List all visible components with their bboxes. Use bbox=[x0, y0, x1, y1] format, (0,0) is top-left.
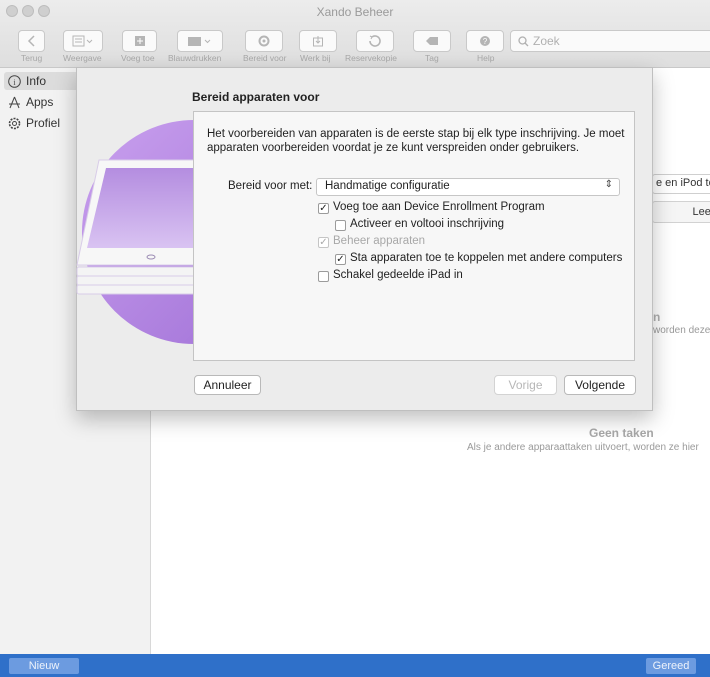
add-icon bbox=[134, 36, 145, 46]
shared-ipad-checkbox[interactable] bbox=[318, 271, 329, 282]
next-button[interactable]: Volgende bbox=[564, 375, 636, 395]
prepare-button[interactable] bbox=[245, 30, 283, 52]
sidebar-item-profile[interactable]: Profiel bbox=[8, 114, 60, 132]
tag-icon bbox=[426, 37, 438, 45]
bottom-bar: Nieuw Gereed bbox=[0, 654, 710, 677]
sidebar-item-info[interactable]: i Info bbox=[8, 72, 46, 90]
allow-pairing-label: Sta apparaten toe te koppelen met andere… bbox=[350, 252, 623, 264]
backup-button[interactable] bbox=[356, 30, 394, 52]
chevron-left-icon bbox=[27, 35, 35, 47]
manage-devices-checkbox: ✓ bbox=[318, 237, 329, 248]
no-tasks-subtitle: Als je andere apparaattaken uitvoert, wo… bbox=[467, 442, 699, 453]
sidebar-item-label: Info bbox=[26, 74, 47, 88]
help-button[interactable]: ? bbox=[466, 30, 504, 52]
prepare-with-value: Handmatige configuratie bbox=[325, 180, 450, 192]
view-button[interactable] bbox=[63, 30, 103, 52]
previous-button[interactable]: Vorige bbox=[494, 375, 557, 395]
back-label: Terug bbox=[21, 53, 43, 63]
update-button[interactable] bbox=[299, 30, 337, 52]
manage-devices-label: Beheer apparaten bbox=[333, 235, 426, 247]
add-label: Voeg toe bbox=[121, 53, 155, 63]
allow-pairing-checkbox[interactable]: ✓ bbox=[335, 254, 346, 265]
sidebar-item-label: Apps bbox=[26, 95, 54, 109]
sidebar-item-apps[interactable]: Apps bbox=[8, 93, 53, 111]
ipad-icon bbox=[76, 120, 204, 344]
dep-label: Voeg toe aan Device Enrollment Program bbox=[333, 201, 545, 213]
svg-text:i: i bbox=[13, 78, 16, 87]
back-button[interactable] bbox=[18, 30, 45, 52]
dialog-title: Bereid apparaten voor bbox=[192, 90, 320, 104]
view-label: Weergave bbox=[63, 53, 102, 63]
options-panel: Het voorbereiden van apparaten is de eer… bbox=[193, 111, 635, 361]
prepare-with-select[interactable]: Handmatige configuratie ⇕ bbox=[316, 178, 620, 196]
tag-label: Tag bbox=[425, 53, 439, 63]
tag-button[interactable] bbox=[413, 30, 451, 52]
device-filter-field[interactable]: e en iPod to bbox=[652, 174, 710, 194]
update-icon bbox=[313, 36, 323, 47]
gear-icon bbox=[258, 35, 270, 47]
updown-chevron-icon: ⇕ bbox=[604, 179, 613, 190]
backup-label: Reservekopie bbox=[345, 53, 397, 63]
window-title: Xando Beheer bbox=[316, 5, 394, 19]
no-tasks-title: Geen taken bbox=[589, 426, 654, 440]
help-label: Help bbox=[477, 53, 495, 63]
bg-subtext: worden deze bbox=[653, 325, 710, 336]
shared-ipad-label: Schakel gedeelde iPad in bbox=[333, 269, 463, 281]
done-button[interactable]: Gereed bbox=[646, 658, 696, 674]
empty-button[interactable]: Leeg bbox=[652, 201, 710, 223]
cancel-button[interactable]: Annuleer bbox=[194, 375, 261, 395]
search-field[interactable]: Zoek bbox=[510, 30, 710, 52]
help-icon: ? bbox=[480, 36, 490, 46]
intro-text: Het voorbereiden van apparaten is de eer… bbox=[207, 128, 625, 154]
blueprints-button[interactable] bbox=[177, 30, 223, 52]
apps-icon bbox=[8, 96, 21, 109]
backup-icon bbox=[369, 35, 381, 47]
add-button[interactable] bbox=[122, 30, 157, 52]
blueprint-icon bbox=[188, 37, 211, 46]
ipad-stack-illustration bbox=[69, 120, 204, 348]
activate-label: Activeer en voltooi inschrijving bbox=[350, 218, 505, 230]
search-placeholder: Zoek bbox=[533, 34, 560, 48]
toolbar: Xando Beheer Terug Weergave Voeg toe Bla… bbox=[0, 0, 710, 68]
update-label: Werk bij bbox=[300, 53, 331, 63]
info-icon: i bbox=[8, 74, 21, 88]
dep-checkbox[interactable]: ✓ bbox=[318, 203, 329, 214]
activate-checkbox[interactable] bbox=[335, 220, 346, 231]
new-button[interactable]: Nieuw bbox=[9, 658, 79, 674]
bg-heading: n bbox=[653, 310, 661, 324]
gear-icon bbox=[8, 117, 21, 130]
view-icon bbox=[72, 35, 93, 47]
blueprints-label: Blauwdrukken bbox=[168, 53, 222, 63]
prepare-devices-dialog: Bereid apparaten voor Het voorbereiden v… bbox=[76, 67, 653, 411]
search-icon bbox=[518, 36, 529, 47]
prepare-label: Bereid voor bbox=[243, 53, 287, 63]
app-window: Xando Beheer Terug Weergave Voeg toe Bla… bbox=[0, 0, 710, 677]
svg-text:?: ? bbox=[483, 37, 488, 46]
sidebar-item-label: Profiel bbox=[26, 116, 61, 130]
prepare-with-label: Bereid voor met: bbox=[228, 180, 313, 192]
